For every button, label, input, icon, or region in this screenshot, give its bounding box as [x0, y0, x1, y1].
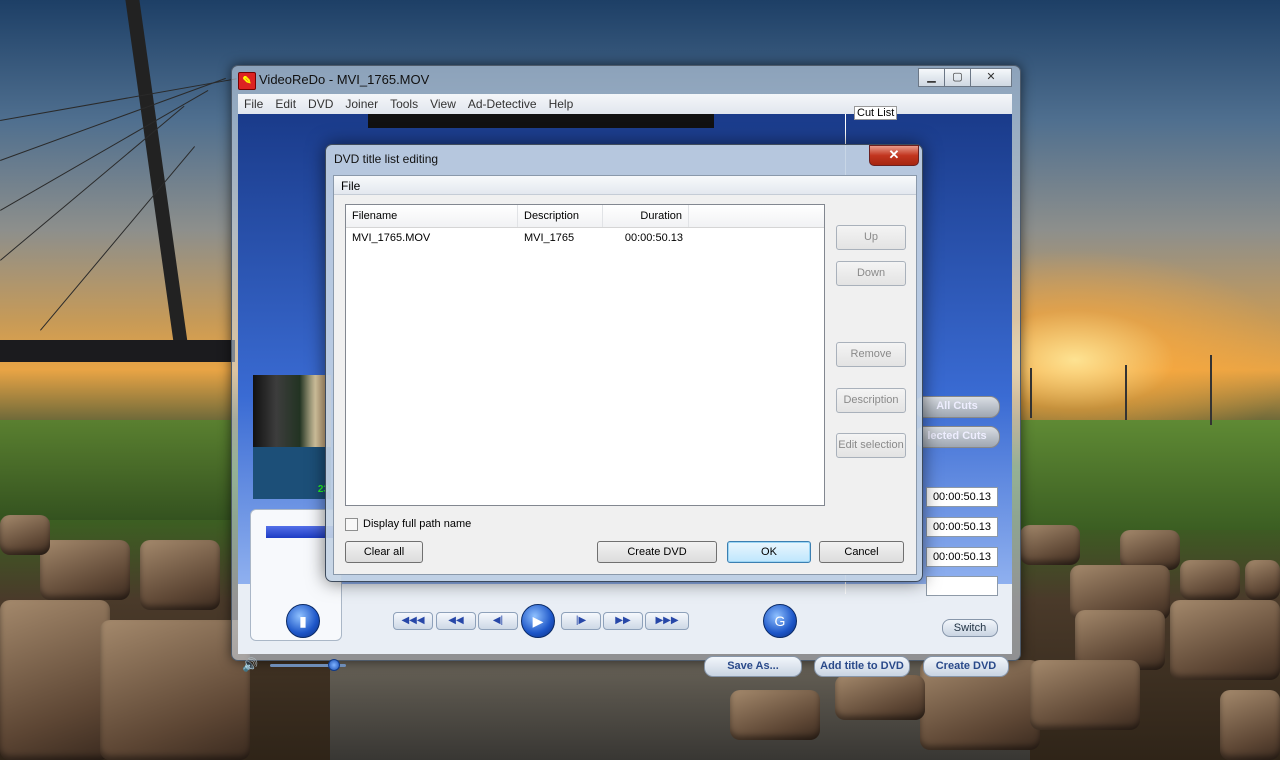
clear-all-button[interactable]: Clear all — [345, 541, 423, 563]
cell-filename: MVI_1765.MOV — [352, 232, 431, 244]
cut-list-label: Cut List — [854, 106, 898, 120]
display-full-path-checkbox[interactable] — [345, 517, 358, 531]
goto-icon[interactable]: G — [763, 604, 797, 638]
dvd-title-list-dialog: DVD title list editing ✕ File Filename D… — [325, 144, 923, 582]
thumbnail-preview[interactable]: 23 — [253, 375, 331, 499]
display-full-path-label: Display full path name — [363, 518, 472, 530]
rewind-fast-icon[interactable]: ◀◀◀ — [393, 612, 433, 630]
menu-file[interactable]: File — [238, 94, 269, 114]
rewind-icon[interactable]: ◀◀ — [436, 612, 476, 630]
time-field-start[interactable]: 00:00:50.13 — [926, 487, 998, 507]
volume-icon[interactable]: 🔊 — [242, 657, 258, 673]
time-field-end[interactable]: 00:00:50.13 — [926, 517, 998, 537]
edit-selection-button[interactable]: Edit selection — [836, 433, 906, 458]
menu-tools[interactable]: Tools — [384, 94, 424, 114]
bridge-cable — [0, 78, 237, 121]
rock — [40, 540, 130, 600]
menu-help[interactable]: Help — [543, 94, 580, 114]
cancel-button[interactable]: Cancel — [819, 541, 904, 563]
main-titlebar[interactable]: ✎ VideoReDo - MVI_1765.MOV ▁ ▢ ✕ — [232, 66, 1020, 94]
all-cuts-button[interactable]: All Cuts — [914, 396, 1000, 418]
display-full-path-option[interactable]: Display full path name — [345, 517, 471, 531]
dialog-client-area: File Filename Description Duration MVI_1… — [333, 175, 917, 575]
bridge-pylon — [125, 0, 189, 350]
column-description[interactable]: Description — [518, 205, 603, 227]
rock — [100, 620, 250, 760]
step-back-icon[interactable]: ◀| — [478, 612, 518, 630]
create-dvd-main-button[interactable]: Create DVD — [923, 656, 1009, 677]
cell-duration: 00:00:50.13 — [624, 232, 683, 244]
title-list-header: Filename Description Duration — [346, 205, 824, 228]
street-light — [1210, 355, 1212, 425]
play-icon[interactable]: ▶ — [521, 604, 555, 638]
close-icon[interactable]: ✕ — [869, 145, 919, 166]
column-filename[interactable]: Filename — [346, 205, 518, 227]
transport-controls: ▮ ◀◀◀ ◀◀ ◀| ▶ |▶ ▶▶ ▶▶▶ G — [258, 604, 858, 638]
rock — [1120, 530, 1180, 570]
rock — [0, 515, 50, 555]
rock — [140, 540, 220, 610]
maximize-icon[interactable]: ▢ — [944, 68, 971, 87]
menu-view[interactable]: View — [424, 94, 462, 114]
time-field-duration[interactable]: 00:00:50.13 — [926, 547, 998, 567]
rock — [1020, 525, 1080, 565]
bridge-cable — [0, 90, 209, 211]
selected-cuts-button[interactable]: lected Cuts — [914, 426, 1000, 448]
rock — [0, 600, 110, 760]
menu-ad-detective[interactable]: Ad-Detective — [462, 94, 543, 114]
switch-button[interactable]: Switch — [942, 619, 998, 637]
menu-joiner[interactable]: Joiner — [339, 94, 384, 114]
save-as-button[interactable]: Save As... — [704, 656, 802, 677]
fast-forward-max-icon[interactable]: ▶▶▶ — [645, 612, 689, 630]
street-light — [1030, 368, 1032, 418]
empty-field[interactable] — [926, 576, 998, 596]
thumbnail-image — [253, 375, 331, 447]
rock — [1180, 560, 1240, 600]
minimize-icon[interactable]: ▁ — [918, 68, 945, 87]
video-frame[interactable] — [368, 114, 714, 128]
rock — [1245, 560, 1280, 600]
dialog-menubar: File — [334, 176, 916, 195]
bridge-deck — [0, 340, 235, 362]
close-icon[interactable]: ✕ — [970, 68, 1012, 87]
column-duration[interactable]: Duration — [603, 205, 689, 227]
street-light — [1125, 365, 1127, 420]
down-button[interactable]: Down — [836, 261, 906, 286]
fast-forward-icon[interactable]: ▶▶ — [603, 612, 643, 630]
create-dvd-button[interactable]: Create DVD — [597, 541, 717, 563]
cell-description: MVI_1765 — [524, 232, 575, 244]
up-button[interactable]: Up — [836, 225, 906, 250]
scenery-grass-left — [0, 420, 232, 520]
rock — [730, 690, 820, 740]
volume-slider-handle[interactable] — [328, 659, 340, 671]
mark-in-icon[interactable]: ▮ — [286, 604, 320, 638]
window-controls: ▁ ▢ ✕ — [918, 68, 1012, 87]
rock — [835, 675, 925, 720]
dialog-title: DVD title list editing — [334, 152, 439, 166]
remove-button[interactable]: Remove — [836, 342, 906, 367]
table-row[interactable]: MVI_1765.MOV MVI_1765 00:00:50.13 — [346, 229, 824, 247]
scenery-grass-right — [1020, 420, 1280, 530]
rock — [1030, 660, 1140, 730]
menu-dvd[interactable]: DVD — [302, 94, 339, 114]
description-button[interactable]: Description — [836, 388, 906, 413]
rock — [1220, 690, 1280, 760]
step-forward-icon[interactable]: |▶ — [561, 612, 601, 630]
menu-edit[interactable]: Edit — [269, 94, 302, 114]
app-logo-icon: ✎ — [238, 72, 256, 90]
rock — [1170, 600, 1280, 680]
main-window-title: VideoReDo - MVI_1765.MOV — [259, 72, 430, 87]
dialog-menu-file[interactable]: File — [341, 179, 360, 193]
ok-button[interactable]: OK — [727, 541, 811, 563]
add-title-to-dvd-button[interactable]: Add title to DVD — [814, 656, 910, 677]
title-list[interactable]: Filename Description Duration MVI_1765.M… — [345, 204, 825, 506]
